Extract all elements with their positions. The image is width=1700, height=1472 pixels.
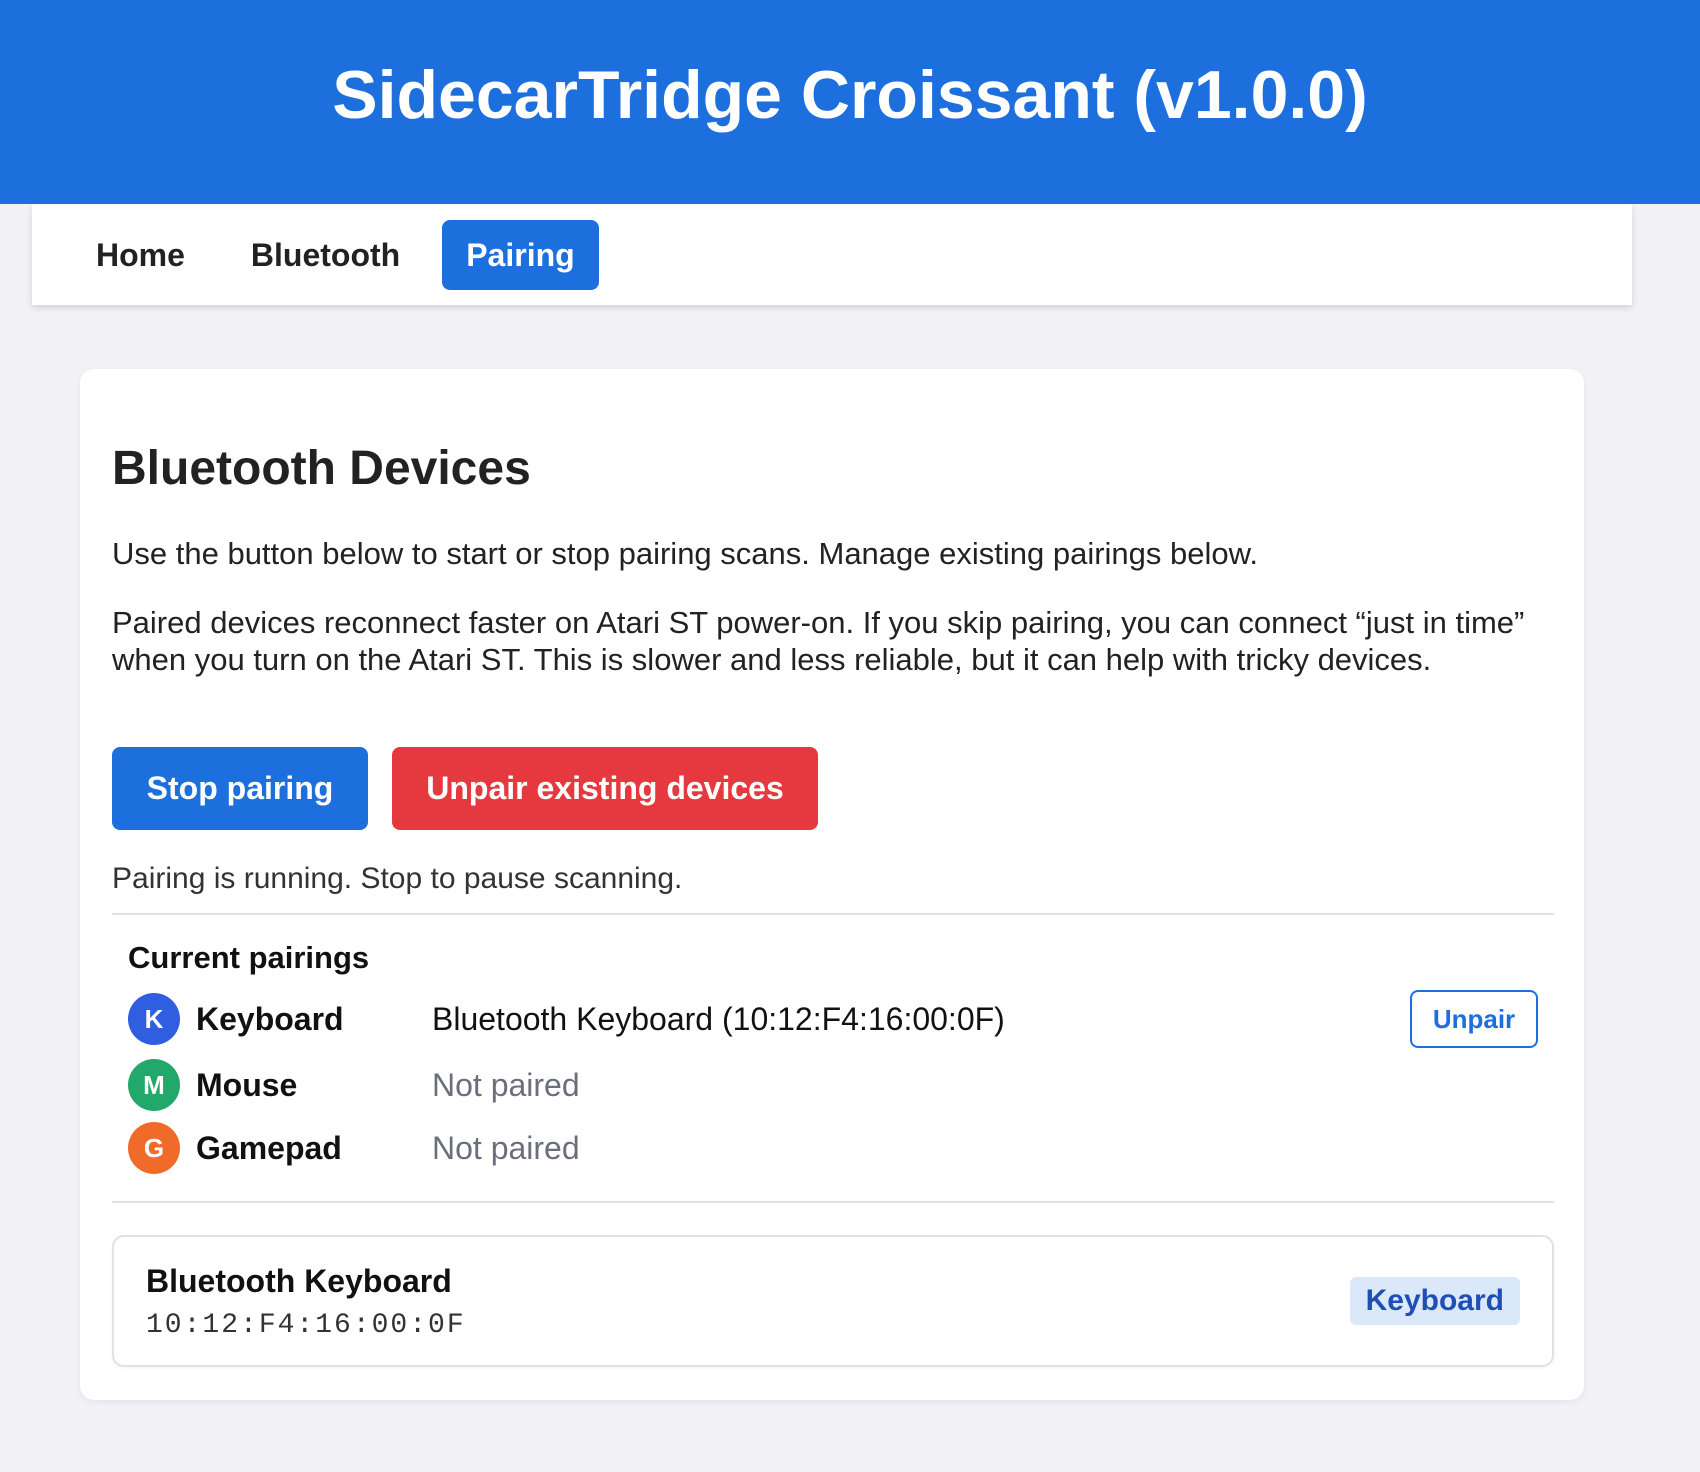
- device-name: Bluetooth Keyboard: [146, 1263, 452, 1299]
- pairing-row-keyboard: K Keyboard Bluetooth Keyboard (10:12:F4:…: [128, 990, 1538, 1048]
- nav-item-bluetooth[interactable]: Bluetooth: [227, 220, 424, 290]
- pairing-device-value: Not paired: [432, 1129, 580, 1166]
- pairing-device-value: Bluetooth Keyboard (10:12:F4:16:00:0F): [432, 1000, 1005, 1037]
- nav-item-pairing[interactable]: Pairing: [442, 219, 599, 290]
- current-pairings-title: Current pairings: [128, 940, 370, 975]
- pairing-status-text: Pairing is running. Stop to pause scanni…: [112, 862, 683, 895]
- pairing-row-mouse: M Mouse Not paired: [128, 1058, 1538, 1112]
- device-mac-address: 10:12:F4:16:00:0F: [146, 1310, 466, 1341]
- pairing-type-label: Mouse: [196, 1066, 298, 1103]
- keyboard-badge-icon: K: [128, 993, 180, 1045]
- info-text: Paired devices reconnect faster on Atari…: [112, 605, 1525, 677]
- divider: [112, 1201, 1554, 1203]
- unpair-keyboard-button[interactable]: Unpair: [1410, 990, 1538, 1048]
- nav-bar: Home Bluetooth Pairing: [32, 204, 1632, 305]
- pairing-type-label: Keyboard: [196, 1000, 344, 1037]
- app-title: SidecarTridge Croissant (v1.0.0): [332, 57, 1368, 133]
- device-type-badge: Keyboard: [1349, 1277, 1520, 1325]
- stop-pairing-button[interactable]: Stop pairing: [112, 747, 368, 830]
- pairing-device-value: Not paired: [432, 1066, 580, 1103]
- mouse-badge-icon: M: [128, 1059, 180, 1111]
- unpair-existing-devices-button[interactable]: Unpair existing devices: [392, 747, 818, 830]
- nav-item-home[interactable]: Home: [72, 220, 209, 290]
- pairing-type-label: Gamepad: [196, 1129, 342, 1166]
- page-title: Bluetooth Devices: [112, 442, 531, 495]
- bluetooth-devices-card: Bluetooth Devices Use the button below t…: [80, 369, 1584, 1400]
- gamepad-badge-icon: G: [128, 1122, 180, 1174]
- device-card: Bluetooth Keyboard 10:12:F4:16:00:0F Key…: [112, 1235, 1554, 1367]
- app-header: SidecarTridge Croissant (v1.0.0): [0, 0, 1700, 204]
- intro-text: Use the button below to start or stop pa…: [112, 536, 1258, 571]
- divider: [112, 913, 1554, 915]
- pairing-row-gamepad: G Gamepad Not paired: [128, 1121, 1538, 1175]
- action-buttons: Stop pairing Unpair existing devices: [112, 747, 818, 830]
